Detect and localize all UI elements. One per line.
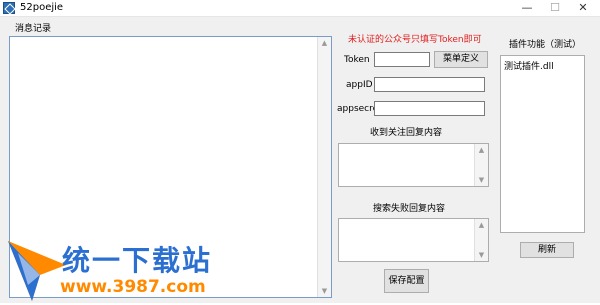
scroll-up-arrow-icon[interactable]: ▲ xyxy=(475,144,488,156)
watermark-logo: 统一下载站 www.3987.com xyxy=(0,235,210,305)
minimize-button[interactable]: — xyxy=(513,0,541,16)
follow-reply-label: 收到关注回复内容 xyxy=(370,128,443,138)
scroll-down-arrow-icon[interactable]: ▼ xyxy=(475,174,488,186)
search-fail-reply-textarea[interactable]: ▲ ▼ xyxy=(338,218,489,262)
scroll-down-arrow-icon[interactable]: ▼ xyxy=(318,285,331,297)
notice-text: 未认证的公众号只填写Token即可 xyxy=(348,35,482,45)
scroll-up-arrow-icon[interactable]: ▲ xyxy=(475,219,488,231)
menu-definition-button[interactable]: 菜单定义 xyxy=(434,51,488,68)
follow-reply-textarea[interactable]: ▲ ▼ xyxy=(338,143,489,187)
close-button[interactable]: ✕ xyxy=(569,0,597,16)
scroll-up-arrow-icon[interactable]: ▲ xyxy=(318,37,331,49)
message-log-label: 消息记录 xyxy=(15,24,52,34)
follow-reply-scrollbar[interactable]: ▲ ▼ xyxy=(474,144,488,186)
window-title: 52poejie xyxy=(20,2,64,13)
plugins-label: 插件功能（测试） xyxy=(509,40,582,50)
scroll-down-arrow-icon[interactable]: ▼ xyxy=(475,249,488,261)
search-fail-reply-label: 搜索失败回复内容 xyxy=(373,204,446,214)
search-fail-reply-scrollbar[interactable]: ▲ ▼ xyxy=(474,219,488,261)
title-bar: 52poejie — ☐ ✕ xyxy=(0,0,600,17)
plugin-list-item[interactable]: 测试插件.dll xyxy=(504,59,554,72)
client-area: 消息记录 ▲ ▼ 统一下载站 www.3987.com 未认证的公众号只填写To… xyxy=(0,17,600,303)
app-icon xyxy=(3,2,15,14)
message-log-scrollbar[interactable]: ▲ ▼ xyxy=(317,37,331,297)
save-config-button[interactable]: 保存配置 xyxy=(384,269,429,293)
watermark-text: 统一下载站 xyxy=(62,244,213,277)
maximize-button[interactable]: ☐ xyxy=(541,0,569,16)
appid-input[interactable] xyxy=(374,77,485,92)
watermark-url: www.3987.com xyxy=(60,277,206,297)
appid-label: appID xyxy=(346,80,373,90)
plugins-list[interactable]: 测试插件.dll xyxy=(500,55,585,233)
token-label: Token xyxy=(344,55,370,65)
refresh-button[interactable]: 刷新 xyxy=(520,242,574,258)
appsecret-input[interactable] xyxy=(374,101,485,116)
token-input[interactable] xyxy=(374,52,430,67)
